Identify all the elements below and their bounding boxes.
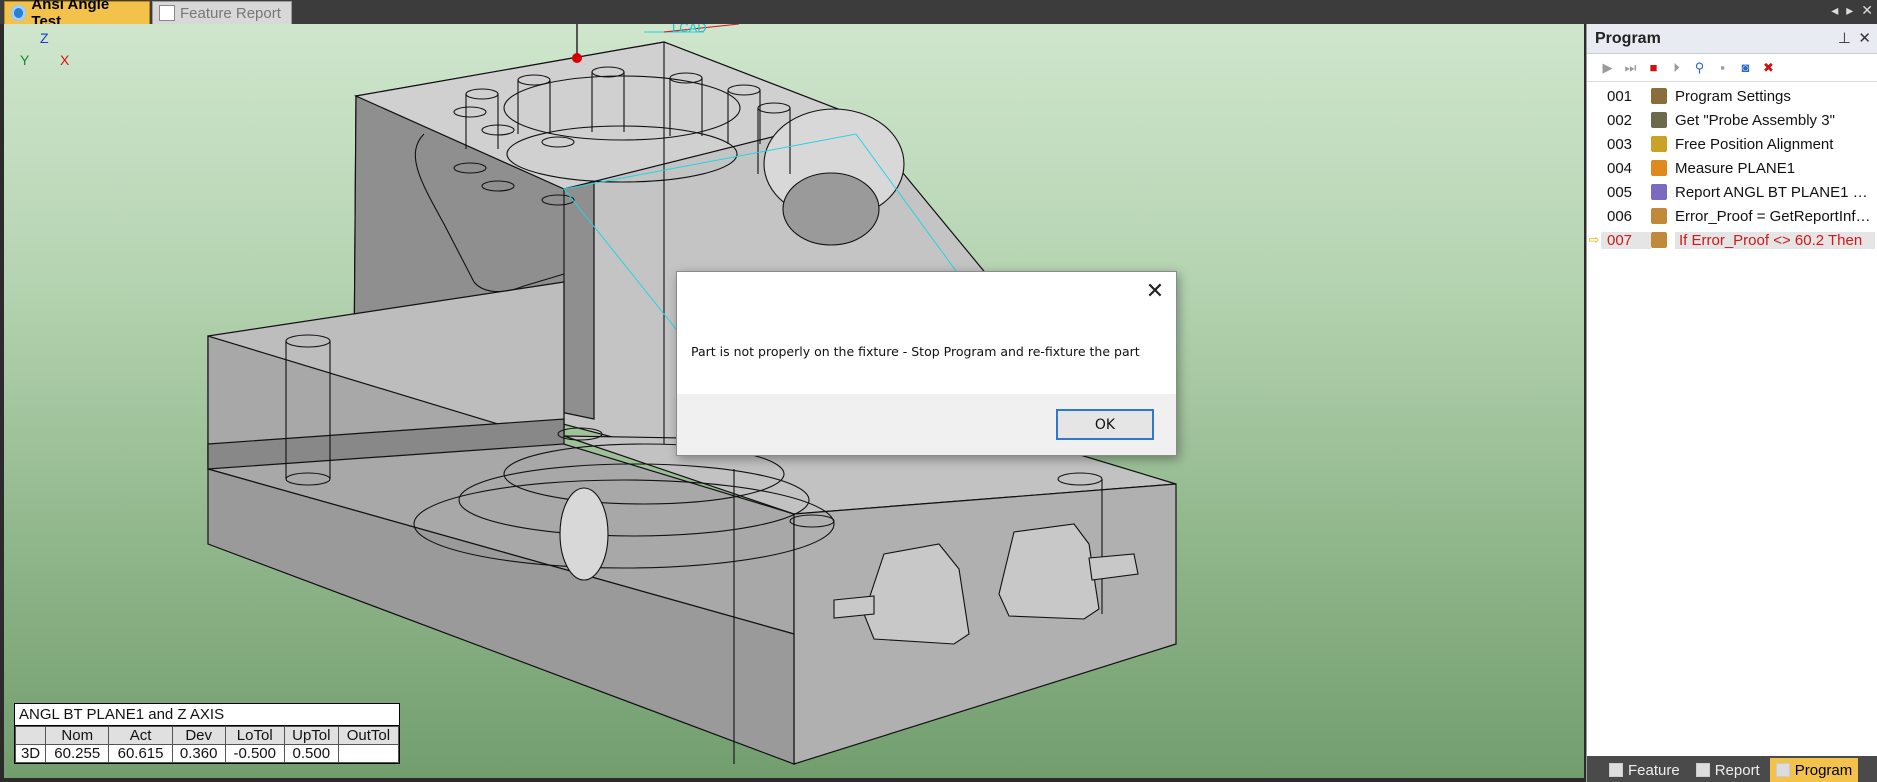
data-cell: 0.360 xyxy=(171,744,226,763)
list-item[interactable]: 006 Error_Proof = GetReportInfo… xyxy=(1587,204,1877,228)
program-icon xyxy=(1775,763,1790,777)
document-icon xyxy=(11,5,27,21)
delete-icon[interactable]: ✖ xyxy=(1760,59,1777,76)
step-number: 003 xyxy=(1607,135,1633,153)
feature-icon xyxy=(1609,763,1623,777)
header-cell: Nom xyxy=(45,726,110,745)
probe-assembly-icon xyxy=(1651,112,1667,128)
dialog-footer: OK xyxy=(677,394,1176,455)
step-label: Program Settings xyxy=(1675,87,1791,105)
pin-icon[interactable]: ⊥ xyxy=(1838,29,1851,47)
dialog-message: Part is not properly on the fixture - St… xyxy=(691,344,1140,359)
step-label: Report ANGL BT PLANE1 an… xyxy=(1675,183,1875,201)
stop-icon[interactable]: ■ xyxy=(1645,59,1662,76)
step-label: Error_Proof = GetReportInfo… xyxy=(1675,207,1875,225)
axis-triad: Z X Y xyxy=(18,30,78,80)
tab-report[interactable]: Report xyxy=(1690,758,1766,782)
panel-bottom-tabs: Feature Report Program xyxy=(1587,756,1877,782)
origin-label: LCAD xyxy=(672,24,707,35)
tab-strip-controls: ◂ ▸ ✕ xyxy=(1831,2,1873,19)
result-data-row: 3D 60.255 60.615 0.360 -0.500 0.500 xyxy=(14,744,400,763)
data-cell: 0.500 xyxy=(283,744,339,763)
step-number: 007 xyxy=(1601,231,1651,249)
data-cell xyxy=(337,744,400,763)
report-result-table: ANGL BT PLANE1 and Z AXIS Nom Act Dev Lo… xyxy=(14,703,400,764)
message-dialog: ✕ Part is not properly on the fixture - … xyxy=(676,271,1177,456)
header-cell: Act xyxy=(108,726,173,745)
result-title: ANGL BT PLANE1 and Z AXIS xyxy=(15,704,399,726)
panel-header: Program ⊥ ✕ xyxy=(1587,24,1877,54)
close-icon[interactable]: ✕ xyxy=(1142,278,1168,304)
tab-label: Report xyxy=(1714,761,1760,779)
header-cell: LoTol xyxy=(224,726,285,745)
blank-icon[interactable]: ▪ xyxy=(1714,59,1731,76)
list-item[interactable]: 004 Measure PLANE1 xyxy=(1587,156,1877,180)
step-number: 006 xyxy=(1607,207,1633,225)
tab-label: Program xyxy=(1794,761,1853,779)
data-cell: 3D xyxy=(14,744,47,763)
step-label: Get "Probe Assembly 3" xyxy=(1675,111,1835,129)
list-item[interactable]: 005 Report ANGL BT PLANE1 an… xyxy=(1587,180,1877,204)
result-header-row: Nom Act Dev LoTol UpTol OutTol xyxy=(14,726,400,745)
header-cell: OutTol xyxy=(337,726,400,745)
step-label: Free Position Alignment xyxy=(1675,135,1834,153)
data-cell: 60.615 xyxy=(108,744,173,763)
list-item[interactable]: 001 Program Settings xyxy=(1587,84,1877,108)
wrench-icon xyxy=(1651,88,1667,104)
close-icon[interactable]: ✕ xyxy=(1858,29,1871,47)
step-into-icon[interactable]: ⏵ xyxy=(1668,59,1685,76)
header-cell xyxy=(14,726,47,745)
tab-program[interactable]: Program xyxy=(1769,758,1859,782)
tab-feature[interactable]: Feature xyxy=(1603,758,1686,782)
angle-report-icon xyxy=(1651,184,1667,200)
list-item[interactable]: 002 Get "Probe Assembly 3" xyxy=(1587,108,1877,132)
scroll-left-icon[interactable]: ◂ xyxy=(1831,2,1838,19)
probe-icon[interactable]: ⚲ xyxy=(1691,59,1708,76)
current-step-arrow-icon: ⇨ xyxy=(1588,232,1600,247)
program-toolbar: ▶ ⏭ ■ ⏵ ⚲ ▪ ◙ ✖ xyxy=(1587,54,1877,82)
header-cell: UpTol xyxy=(283,726,339,745)
data-cell: -0.500 xyxy=(224,744,285,763)
x-axis-label: X xyxy=(60,52,70,68)
y-axis-label: Y xyxy=(20,52,30,68)
header-cell: Dev xyxy=(171,726,226,745)
list-item-current[interactable]: ⇨ 007 If Error_Proof <> 60.2 Then xyxy=(1587,228,1877,252)
play-icon[interactable]: ▶ xyxy=(1599,59,1616,76)
step-number: 004 xyxy=(1607,159,1633,177)
step-number: 001 xyxy=(1607,87,1633,105)
program-panel: Program ⊥ ✕ ▶ ⏭ ■ ⏵ ⚲ ▪ ◙ ✖ 001 Program … xyxy=(1586,24,1877,782)
data-cell: 60.255 xyxy=(45,744,110,763)
list-item[interactable]: 003 Free Position Alignment xyxy=(1587,132,1877,156)
script-icon xyxy=(1651,232,1667,248)
step-number: 005 xyxy=(1607,183,1633,201)
alignment-icon xyxy=(1651,136,1667,152)
script-icon xyxy=(1651,208,1667,224)
document-tab-strip: Ansi Angle Test Feature Report ◂ ▸ ✕ xyxy=(0,0,1877,30)
panel-title: Program xyxy=(1595,29,1661,47)
report-icon xyxy=(1695,763,1710,777)
tab-ansi-angle-test[interactable]: Ansi Angle Test xyxy=(4,0,150,30)
tab-label: Feature Report xyxy=(180,4,281,22)
plane-icon xyxy=(1651,160,1667,176)
report-icon xyxy=(159,5,175,21)
step-icon[interactable]: ⏭ xyxy=(1622,59,1639,76)
step-label: Measure PLANE1 xyxy=(1675,159,1796,177)
scroll-right-icon[interactable]: ▸ xyxy=(1846,2,1853,19)
tab-label: Feature xyxy=(1628,761,1680,779)
step-number: 002 xyxy=(1607,111,1633,129)
ok-button[interactable]: OK xyxy=(1056,409,1154,440)
program-step-list: 001 Program Settings 002 Get "Probe Asse… xyxy=(1587,82,1877,252)
z-axis-label: Z xyxy=(40,30,49,46)
close-tab-icon[interactable]: ✕ xyxy=(1861,2,1873,19)
tab-feature-report[interactable]: Feature Report xyxy=(152,1,292,24)
screenshot-icon[interactable]: ◙ xyxy=(1737,59,1754,76)
step-label: If Error_Proof <> 60.2 Then xyxy=(1675,231,1875,249)
